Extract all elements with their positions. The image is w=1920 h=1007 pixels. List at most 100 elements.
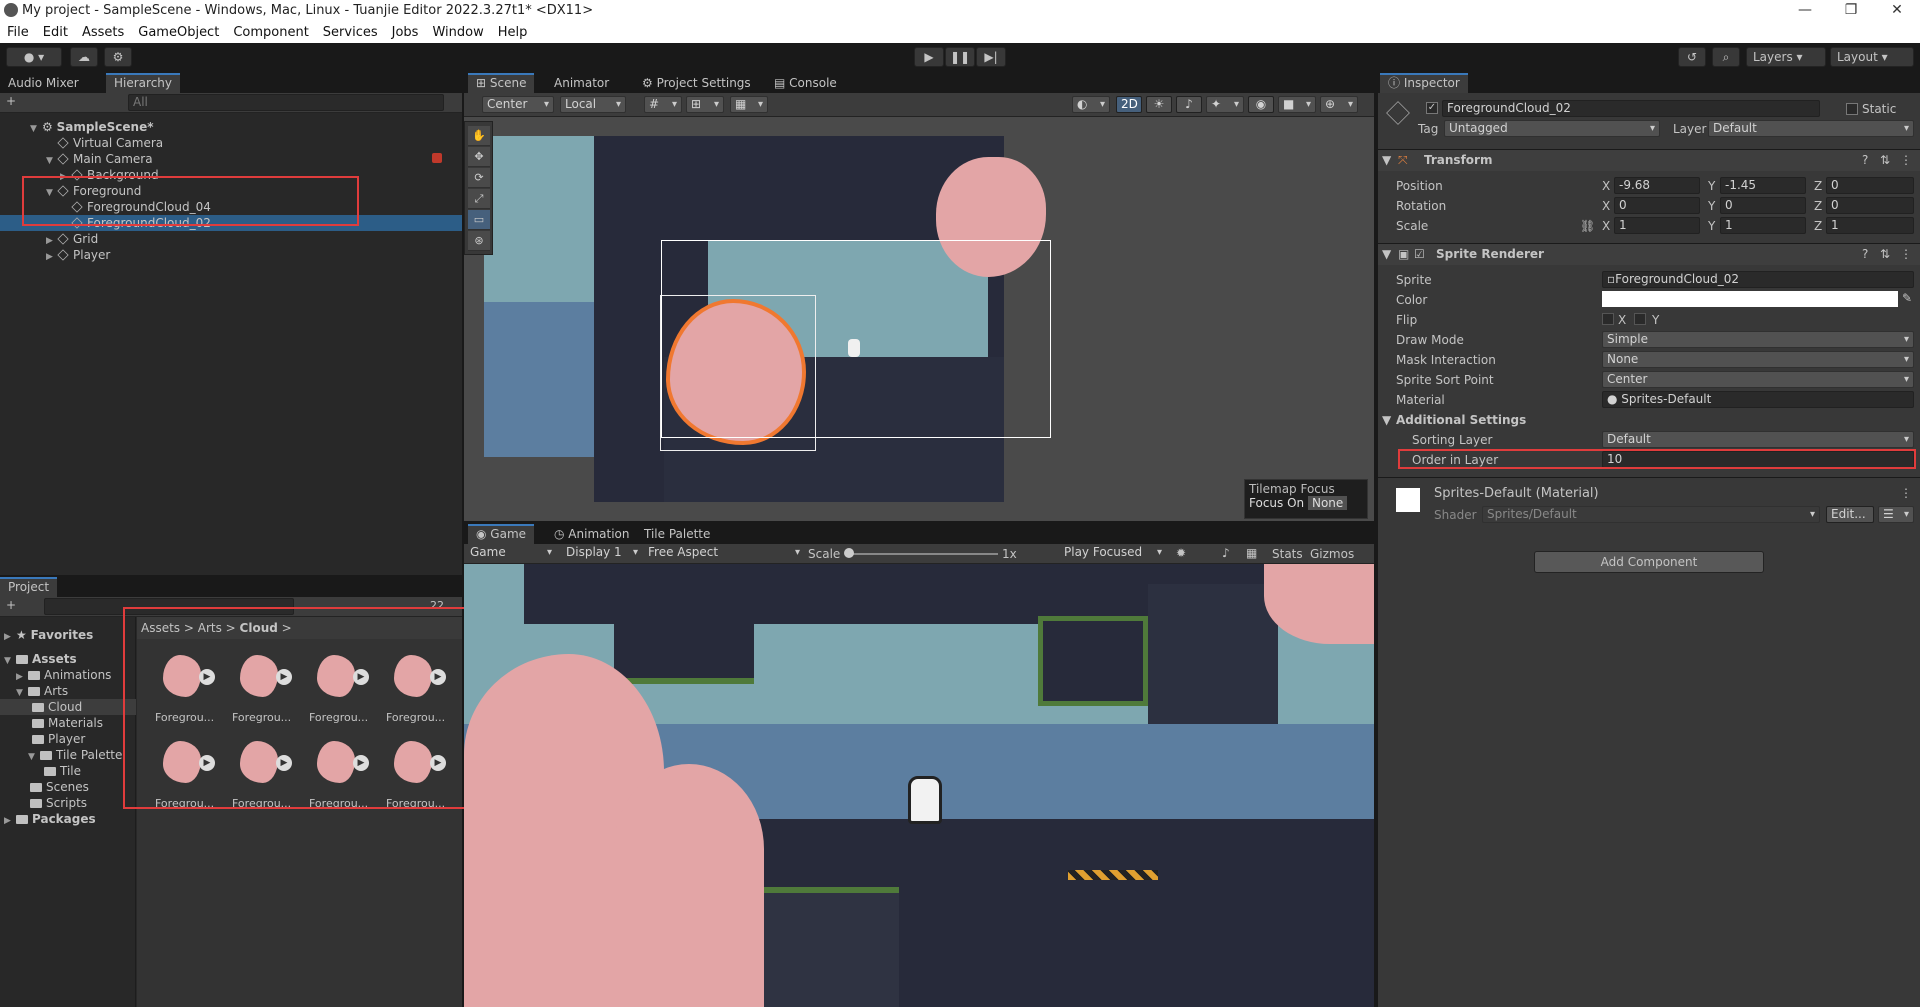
additional-settings-header[interactable]: Additional Settings xyxy=(1396,413,1526,427)
rotation-z[interactable]: 0 xyxy=(1826,197,1914,214)
folder-item[interactable]: ▼ Arts xyxy=(16,683,68,699)
folder-item[interactable]: Player xyxy=(32,731,85,747)
game-viewport[interactable] xyxy=(464,564,1374,1007)
move-tool-icon[interactable]: ✥ xyxy=(468,147,490,167)
tab-tile-palette[interactable]: Tile Palette xyxy=(636,524,718,544)
game-mode-dropdown[interactable]: Game xyxy=(466,545,556,562)
transform-header[interactable]: ▼ ⤧ Transform ? ⇅ ⋮ xyxy=(1378,149,1920,171)
history-icon[interactable]: ↺ xyxy=(1678,47,1706,67)
pivot-dropdown[interactable]: Center xyxy=(482,96,554,113)
packages-item[interactable]: ▶ Packages xyxy=(4,811,96,827)
hierarchy-item[interactable]: ▼ Main Camera xyxy=(46,151,153,167)
lighting-icon[interactable]: ☀ xyxy=(1146,96,1172,113)
scale-slider[interactable] xyxy=(848,553,998,555)
add-button[interactable]: + xyxy=(6,598,16,612)
aspect-dropdown[interactable]: Free Aspect xyxy=(644,545,804,562)
collab-icon[interactable]: ⚙ xyxy=(104,47,132,67)
scale-y[interactable]: 1 xyxy=(1720,217,1806,234)
pause-button[interactable]: ❚❚ xyxy=(945,47,975,67)
enabled-checkbox[interactable]: ☑ xyxy=(1414,247,1425,261)
flip-y-checkbox[interactable] xyxy=(1634,313,1646,325)
layer-dropdown[interactable]: Default xyxy=(1708,120,1914,137)
sprite-field[interactable]: ▫ForegroundCloud_02 xyxy=(1602,271,1914,288)
preset-icon[interactable]: ⇅ xyxy=(1880,247,1890,261)
stats-button[interactable]: Stats xyxy=(1272,547,1303,561)
scene-viewport[interactable]: ✋ ✥ ⟳ ⤢ ▭ ⊛ Tilemap Focus Focus On None xyxy=(464,117,1374,521)
grid-snap-icon[interactable]: # xyxy=(644,96,682,113)
collapse-icon[interactable]: ▼ xyxy=(1382,413,1391,427)
maximize-button[interactable]: ❐ xyxy=(1828,0,1874,22)
layers-dropdown[interactable]: Layers ▾ xyxy=(1746,47,1826,67)
tab-audio-mixer[interactable]: Audio Mixer xyxy=(0,73,87,93)
folder-item[interactable]: ▶ Animations xyxy=(16,667,111,683)
bug-icon[interactable]: ✹ xyxy=(1176,546,1186,560)
hand-tool-icon[interactable]: ✋ xyxy=(468,126,490,146)
shader-menu-icon[interactable]: ☰ xyxy=(1878,506,1914,523)
help-icon[interactable]: ? xyxy=(1862,153,1868,167)
hidden-objects-icon[interactable]: ◉ xyxy=(1248,96,1274,113)
hierarchy-search-input[interactable]: All xyxy=(128,94,444,111)
play-focused-dropdown[interactable]: Play Focused xyxy=(1060,545,1166,562)
grid-toggle-icon[interactable]: ⊞ xyxy=(686,96,724,113)
shader-dropdown[interactable]: Sprites/Default xyxy=(1482,506,1820,523)
menu-services[interactable]: Services xyxy=(323,25,378,40)
display-dropdown[interactable]: Display 1 xyxy=(562,545,642,562)
layout-dropdown[interactable]: Layout ▾ xyxy=(1830,47,1914,67)
draw-mode-dropdown[interactable]: Simple xyxy=(1602,331,1914,348)
rect-tool-icon[interactable]: ▭ xyxy=(468,210,490,230)
menu-assets[interactable]: Assets xyxy=(82,25,124,40)
render-mode-icon[interactable]: ◐ xyxy=(1072,96,1110,113)
audio-icon[interactable]: ♪ xyxy=(1176,96,1202,113)
kebab-icon[interactable]: ⋮ xyxy=(1900,486,1912,500)
menu-window[interactable]: Window xyxy=(432,25,483,40)
object-name-field[interactable]: ForegroundCloud_02 xyxy=(1442,100,1820,117)
collapse-icon[interactable]: ▼ xyxy=(1382,153,1391,167)
add-button[interactable]: + xyxy=(6,94,16,108)
mask-interaction-dropdown[interactable]: None xyxy=(1602,351,1914,368)
keyboard-icon[interactable]: ▦ xyxy=(1246,546,1257,560)
folder-item[interactable]: Materials xyxy=(32,715,103,731)
sprite-sort-point-dropdown[interactable]: Center xyxy=(1602,371,1914,388)
folder-item[interactable]: Scripts xyxy=(30,795,87,811)
assets-item[interactable]: ▼ Assets xyxy=(4,651,77,667)
account-button[interactable]: ● ▾ xyxy=(6,47,62,67)
audio-icon[interactable]: ♪ xyxy=(1222,546,1230,560)
link-icon[interactable]: ⛓ xyxy=(1580,219,1595,233)
help-icon[interactable]: ? xyxy=(1862,247,1868,261)
hierarchy-item[interactable]: ▶ Player xyxy=(46,247,110,263)
hierarchy-item[interactable]: Virtual Camera xyxy=(46,135,163,151)
flip-x-checkbox[interactable] xyxy=(1602,313,1614,325)
menu-file[interactable]: File xyxy=(7,25,29,40)
material-field[interactable]: ● Sprites-Default xyxy=(1602,391,1914,408)
tab-animator[interactable]: Animator xyxy=(546,73,617,93)
rotate-tool-icon[interactable]: ⟳ xyxy=(468,168,490,188)
rotation-y[interactable]: 0 xyxy=(1720,197,1806,214)
focus-on-dropdown[interactable]: None xyxy=(1307,496,1348,510)
sorting-layer-dropdown[interactable]: Default xyxy=(1602,431,1914,448)
scale-tool-icon[interactable]: ⤢ xyxy=(468,189,490,209)
player-character[interactable] xyxy=(908,776,942,824)
space-dropdown[interactable]: Local xyxy=(560,96,626,113)
player-sprite[interactable] xyxy=(848,339,860,357)
scale-slider-thumb[interactable] xyxy=(844,548,854,558)
tab-console[interactable]: ▤ Console xyxy=(766,73,845,93)
play-button[interactable]: ▶ xyxy=(914,47,944,67)
menu-edit[interactable]: Edit xyxy=(43,25,68,40)
tab-game[interactable]: ◉ Game xyxy=(468,524,535,544)
static-checkbox[interactable] xyxy=(1846,103,1858,115)
shader-edit-button[interactable]: Edit... xyxy=(1826,506,1874,523)
close-button[interactable]: ✕ xyxy=(1874,0,1920,22)
collapse-icon[interactable]: ▼ xyxy=(1382,247,1391,261)
sprite-renderer-header[interactable]: ▼ ▣ ☑ Sprite Renderer ? ⇅ ⋮ xyxy=(1378,243,1920,265)
menu-gameobject[interactable]: GameObject xyxy=(138,25,219,40)
tab-project[interactable]: Project xyxy=(0,577,58,597)
eyedropper-icon[interactable]: ✎ xyxy=(1902,291,1912,305)
color-swatch[interactable] xyxy=(1602,291,1898,307)
tag-dropdown[interactable]: Untagged xyxy=(1444,120,1660,137)
kebab-icon[interactable]: ⋮ xyxy=(1900,153,1912,167)
tab-hierarchy[interactable]: Hierarchy xyxy=(106,73,181,93)
scene-root[interactable]: ▼ ⚙ SampleScene* xyxy=(30,119,460,135)
position-z[interactable]: 0 xyxy=(1826,177,1914,194)
add-component-button[interactable]: Add Component xyxy=(1534,551,1764,573)
minimize-button[interactable]: — xyxy=(1782,0,1828,22)
